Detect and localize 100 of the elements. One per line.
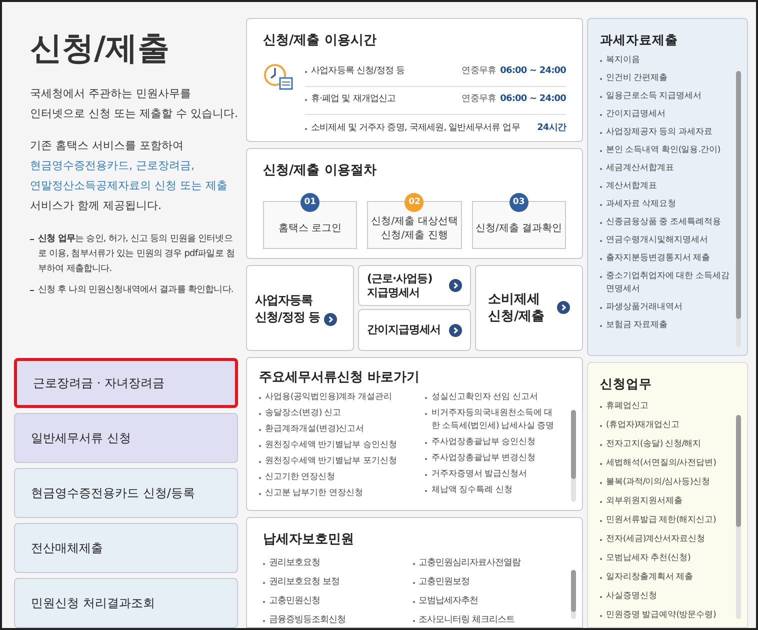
chevron-icon [449, 324, 462, 337]
list-link[interactable]: 비거주자등의국내원천소득에 대한 소득세(법인세) 납세사실 증명 [431, 407, 558, 434]
service-link[interactable]: 연말정산소득공제자료의 신청 또는 제출 [30, 176, 238, 196]
list-link[interactable]: 주사업장총괄납부 변경신청 [431, 452, 536, 466]
bullet-icon [425, 490, 428, 492]
list-link[interactable]: 복지이음 [606, 54, 640, 67]
list-link[interactable]: 송달장소(변경) 신고 [265, 407, 341, 420]
list-link[interactable]: 인건비 간편제출 [606, 72, 668, 85]
shortcut-button[interactable]: 사업자등록 신청/정정 등 [246, 265, 354, 351]
clock-calendar-icon [263, 62, 293, 90]
menu-button[interactable]: 민원신청 처리결과조회 [14, 578, 238, 628]
list-link[interactable]: 고충민원보정 [418, 576, 470, 589]
list-link[interactable]: 고충민원신청 [269, 595, 320, 608]
list-link[interactable]: 체납액 징수특례 신청 [431, 484, 512, 498]
bullet-icon [425, 397, 428, 400]
hours-label: 사업자등록 신청/정정 등 [311, 65, 405, 78]
list-link[interactable]: 신종금융상품 중 조세특례적용 [606, 216, 721, 229]
list-link[interactable]: 주사업장총괄납부 승인신청 [431, 436, 536, 450]
list-link[interactable]: 원천징수세액 반기별납부 승인신청 [265, 439, 397, 452]
hours-label: 휴·폐업 및 재개업신고 [311, 93, 396, 106]
list-link[interactable]: 민원서류발급 제한(해지신고) [606, 514, 716, 527]
list-link[interactable]: 사업장제공자 등의 과세자료 [606, 126, 712, 139]
list-link[interactable]: 연금수령개시및해지명세서 [606, 234, 708, 247]
list-link[interactable]: 신고기한 연장신청 [265, 471, 336, 484]
step-number: 01 [300, 192, 320, 212]
note-text: 신청 후 나의 민원신청내역에서 결과를 확인합니다. [38, 284, 234, 297]
panel-title: 신청업무 [600, 375, 653, 393]
shortcut-button[interactable]: 간이지급명세서 [358, 309, 471, 351]
menu-button[interactable]: 일반세무서류 신청 [14, 413, 238, 463]
list-link[interactable]: 모범납세자추천 [418, 595, 478, 608]
hours-label: 소비제세 및 거주자 증명, 국제세원, 일반세무서류 업무 [311, 122, 520, 135]
list-link[interactable]: 일용근로소득 지급명세서 [606, 90, 702, 103]
list-link[interactable]: 과세자료 삭제요청 [606, 198, 676, 211]
service-link[interactable]: 현금영수증전용카드, 근로장려금, [30, 156, 238, 176]
shortcut-button[interactable]: (근로·사업등) 지급명세서 [358, 265, 471, 306]
step-label: 신청/제출 결과확인 [476, 222, 562, 236]
scrollbar[interactable] [571, 570, 576, 619]
services-tail: 서비스가 함께 제공됩니다. [30, 198, 162, 214]
bullet-icon [425, 474, 428, 476]
hours-days: 연중무휴 [462, 65, 496, 79]
chevron-icon [324, 312, 338, 326]
list-link[interactable]: 휴폐업신고 [606, 400, 648, 413]
list-link[interactable]: 세금계산서합계표 [606, 162, 674, 175]
bullet-icon [425, 458, 428, 460]
list-link[interactable]: 원천징수세액 반기별납부 포기신청 [265, 455, 397, 468]
hours-time: 24시간 [537, 122, 566, 135]
list-link[interactable]: 사실증명신청 [606, 590, 657, 603]
scrollbar[interactable] [736, 415, 741, 619]
step-label: 신청/제출 대상선택 신청/제출 진행 [371, 214, 458, 242]
list-link[interactable]: 사업용(공익법인용)계좌 개설관리 [265, 391, 392, 404]
card-title: 주요세무서류신청 바로가기 [259, 368, 421, 387]
list-link[interactable]: 불복(과적/이의/심사등)신청 [606, 476, 710, 489]
list-link[interactable]: 간이지급명세서 [606, 108, 666, 121]
list-link[interactable]: 신고분 납부기한 연장신청 [265, 487, 363, 500]
card-title: 납세자보호민원 [263, 530, 355, 548]
list-link[interactable]: 세법해석(서면질의/사전답변) [606, 456, 716, 470]
list-link[interactable]: 보험금 자료제출 [606, 318, 668, 332]
list-link[interactable]: 권리보호요청 보정 [269, 576, 340, 589]
list-link[interactable]: 계산서합계표 [606, 180, 657, 193]
step-number: 02 [404, 192, 424, 212]
bullet-icon [425, 442, 428, 444]
intro-text: 국세청에서 주관하는 민원사무를 인터넷으로 신청 또는 제출할 수 있습니다. [30, 86, 238, 122]
list-link[interactable]: 전자(세금)계산서자료신청 [606, 532, 706, 546]
hours-days: 연중무휴 [462, 93, 496, 107]
menu-button[interactable]: 현금영수증전용카드 신청/등록 [14, 468, 238, 518]
list-link[interactable]: 일자리창출계획서 제출 [606, 570, 694, 584]
hours-time: 06:00 ~ 24:00 [500, 93, 566, 106]
list-link[interactable]: 본인 소득내역 확인(일용.간이) [606, 144, 720, 157]
list-link[interactable]: 조사모니터링 체크리스트 [418, 614, 514, 627]
list-link[interactable]: 중소기업취업자에 대한 소득세감면명세서 [606, 270, 731, 296]
shortcut-button[interactable]: 소비제세 신청/제출 [475, 265, 583, 351]
chevron-icon [449, 279, 462, 292]
scrollbar[interactable] [736, 71, 741, 347]
list-link[interactable]: 금융증빙등조회신청 [269, 614, 346, 627]
menu-button[interactable]: 근로장려금 · 자녀장려금 [14, 358, 238, 408]
list-link[interactable]: 파생상품거래내역서 [606, 300, 682, 314]
scrollbar[interactable] [571, 410, 576, 502]
list-link[interactable]: 모범납세자 추천(신청) [606, 552, 690, 565]
step-number: 03 [509, 192, 528, 212]
panel-title: 과세자료제출 [600, 31, 679, 49]
bullet-icon [425, 413, 428, 416]
services-lead: 기존 홈택스 서비스를 포함하여 [30, 138, 184, 154]
list-link[interactable]: 전자고지(송달) 신청/해지 [606, 438, 702, 451]
card-title: 신청/제출 이용시간 [263, 32, 378, 50]
dash-icon [30, 290, 34, 291]
list-link[interactable]: (휴업자)재개업신고 [606, 418, 680, 432]
list-link[interactable]: 성실신고확인자 선임 신고서 [431, 391, 538, 404]
menu-button[interactable]: 전산매체제출 [14, 523, 238, 573]
list-link[interactable]: 외부위원지원서제출 [606, 494, 682, 508]
list-link[interactable]: 고충민원심리자료사전열람 [418, 557, 520, 570]
dash-icon [30, 239, 34, 240]
chevron-icon [557, 301, 570, 314]
list-link[interactable]: 출자지분등변경통지서 제출 [606, 252, 710, 265]
list-link[interactable]: 민원증명 발급예약(방문수령) [606, 608, 716, 622]
list-link[interactable]: 환급계좌개설(변경)신고서 [265, 423, 364, 436]
step-label: 홈택스 로그인 [278, 222, 342, 236]
list-link[interactable]: 거주자증명서 발급신청서 [431, 468, 528, 482]
page-title: 신청/제출 [30, 28, 171, 68]
card-title: 신청/제출 이용절차 [263, 162, 378, 180]
list-link[interactable]: 권리보호요청 [269, 557, 320, 570]
